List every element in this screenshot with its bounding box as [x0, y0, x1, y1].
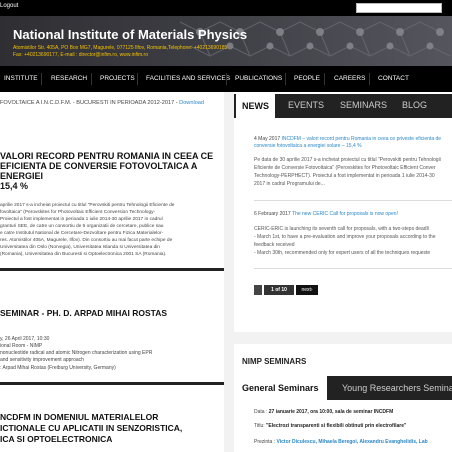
news-item-2-text: - March 1st, to have a pre-evaluation an… [254, 234, 436, 240]
news-item-1-text: Technology-PERPHECT). Proiectul a fost i… [254, 173, 435, 179]
pager-prev-button[interactable] [254, 285, 262, 295]
seminars-tabs: General Seminars Young Researchers Semin… [234, 376, 452, 400]
top-strip: Logout [0, 0, 452, 16]
pager-current: 1 of 10 [264, 285, 294, 295]
article-1-title[interactable]: VALORI RECORD PENTRU ROMANIA IN CEEA CE … [0, 151, 224, 191]
column-gap [224, 92, 234, 452]
search-input[interactable] [356, 3, 442, 13]
main-nav: Institute Research Projects Facilities a… [0, 66, 452, 92]
news-item-1-text: Pe data de 30 aprilie 2017 s-a incheiat … [254, 157, 441, 163]
tab-seminars[interactable]: Seminars [340, 100, 387, 110]
news-item-2-link[interactable]: The new CERIC Call for proposals is now … [292, 211, 398, 217]
nav-research[interactable]: Research [51, 75, 87, 82]
seminar-presenters-value[interactable]: Victor Diculescu, Mihaela Beregoi, Alexa… [277, 439, 428, 445]
seminar-title-label: Titlu [254, 423, 264, 429]
nav-people[interactable]: People [294, 75, 320, 82]
news-item-1-header: 4 May 2017 INCDFM – valori record pentru… [254, 136, 441, 142]
nav-institute[interactable]: Institute [4, 75, 38, 82]
seminar-title: Titlu: "Electrozi transparenti si flexib… [254, 423, 407, 429]
news-item-1-date: 4 May 2017 [254, 136, 281, 142]
pager-next-button[interactable]: next› [296, 285, 318, 295]
article-3-title-line[interactable]: NCDFM IN DOMENIUL MATERIALELOR [0, 412, 182, 423]
tab-general-seminars[interactable]: General Seminars [234, 376, 327, 400]
tab-events[interactable]: Events [288, 100, 324, 110]
banner-text: FOVOLTAICE A I.N.C.D.F.M. - BUCURESTI IN… [0, 100, 178, 106]
article-1-text: granturi SEE, de catre un consortiu de 6… [0, 224, 164, 229]
seminar-date-value: 27 ianuarie 2017, ora 10:00, sala de sem… [268, 409, 394, 415]
news-item-2-text: CERIC-ERIC is launching its seventh call… [254, 226, 429, 232]
news-item-1-link[interactable]: INCDFM – valori record pentru Romania in… [282, 136, 442, 142]
site-title[interactable]: National Institute of Materials Physics [13, 27, 247, 42]
article-1-title-line[interactable]: VALORI RECORD PENTRU ROMANIA IN CEEA CE [0, 151, 224, 161]
news-item-2-text: feedback received [254, 242, 295, 248]
article-1-title-line[interactable]: 15,4 % [0, 181, 224, 191]
news-item-2-date: 6 February 2017 [254, 211, 291, 217]
nav-publications[interactable]: Publications [235, 75, 282, 82]
tab-blog[interactable]: Blog [402, 100, 427, 110]
news-item-2-text: - March 30th, recommended only for exper… [254, 250, 431, 256]
article-2-line: : Arpad Mihai Rostas (Freiburg Universit… [0, 365, 116, 371]
article-3-title[interactable]: NCDFM IN DOMENIUL MATERIALELOR ICTIONALE… [0, 412, 182, 445]
nav-facilities[interactable]: Facilities and Services [146, 75, 230, 82]
news-tabs: News Events Seminars Blog [234, 94, 452, 118]
article-1-text: aprilie 2017 s-a incheiat proiectul cu t… [0, 203, 175, 208]
nav-divider [137, 73, 138, 85]
logout-link[interactable]: Logout [0, 3, 18, 9]
article-1-title-line[interactable]: EFICIENTA DE CONVERSIE FOTOVOLTAICA A EN… [0, 161, 224, 181]
seminar-title-value: "Electrozi transparenti si flexibili obt… [266, 423, 407, 429]
site-header: National Institute of Materials Physics … [0, 16, 452, 66]
nav-divider [285, 73, 286, 85]
article-1-text: (Romania), Universitatea din Bucuresti s… [0, 252, 167, 257]
article-2-title[interactable]: SEMINAR - PH. D. ARPAD MIHAI ROSTAS [0, 308, 167, 318]
news-panel: News Events Seminars Blog 4 May 2017 INC… [234, 92, 452, 332]
seminar-date-label: Data [254, 409, 265, 415]
article-1-text: e catre Institutul National de Cercetare… [0, 231, 164, 236]
seminar-presenters-label: Prezinta [254, 439, 273, 445]
news-divider [254, 200, 452, 201]
news-divider [254, 268, 452, 269]
article-3-title-line[interactable]: ICTIONALE CU APLICATII IN SENZORISTICA, [0, 423, 182, 434]
download-banner: FOVOLTAICE A I.N.C.D.F.M. - BUCURESTI IN… [0, 100, 204, 106]
news-item-2-header: 6 February 2017 The new CERIC Call for p… [254, 211, 398, 217]
sidebar: News Events Seminars Blog 4 May 2017 INC… [234, 92, 452, 452]
section-divider [0, 268, 224, 271]
seminars-title: NIMP SEMINARS [242, 357, 307, 366]
article-1-text: Proiectul a fost implementat in perioada… [0, 217, 163, 222]
article-1-text: fovoltaica" (Perovskites for Photovoltai… [0, 210, 156, 215]
seminar-date: Data : 27 ianuarie 2017, ora 10:00, sala… [254, 409, 394, 415]
article-2-line: and sensitivity improvement approach [0, 357, 84, 363]
nav-divider [369, 73, 370, 85]
news-item-1-link-cont[interactable]: conversie fotovoltaica a energiei solare… [254, 143, 362, 149]
main-content: FOVOLTAICE A I.N.C.D.F.M. - BUCURESTI IN… [0, 92, 224, 452]
nav-careers[interactable]: Careers [334, 75, 365, 82]
section-divider [0, 382, 224, 385]
nav-divider [324, 73, 325, 85]
address-line-1: Atomistilor Str. 405A, PO Box MG7, Magur… [13, 45, 228, 51]
nav-projects[interactable]: Projects [100, 75, 135, 82]
article-2-line: ional Room - NIMP [0, 343, 43, 349]
article-3-title-line[interactable]: ICA SI OPTOELECTRONICA [0, 434, 182, 445]
seminar-presenters: Prezinta : Victor Diculescu, Mihaela Ber… [254, 439, 428, 445]
article-2-line: nonucleotide radical and atomic Nitrogen… [0, 350, 153, 356]
news-item-1-text: Eficiente de Conversie Fotovoltaica" (Pe… [254, 165, 436, 171]
article-2-line: y, 26 April 2017, 10:30 [0, 336, 50, 342]
address-line-2: Fax: +40213690177, E-mail : director@inf… [13, 52, 148, 58]
seminars-panel: NIMP SEMINARS General Seminars Young Res… [234, 344, 452, 452]
nav-divider [91, 73, 92, 85]
nav-divider [41, 73, 42, 85]
tab-news[interactable]: News [236, 94, 275, 118]
nav-contact[interactable]: Contact [378, 75, 409, 82]
download-link[interactable]: Download [179, 100, 204, 106]
news-item-1-text: 2017 in cadrul Programului de... [254, 181, 325, 187]
article-1-text: res. Atomistilor 405A, Magurele, Ilfov).… [0, 238, 173, 243]
tab-young-researchers-seminars[interactable]: Young Researchers Seminars [342, 383, 452, 393]
article-1-text: Universitatea din Oslo (Norvegia), Unive… [0, 245, 160, 250]
nav-divider [226, 73, 227, 85]
